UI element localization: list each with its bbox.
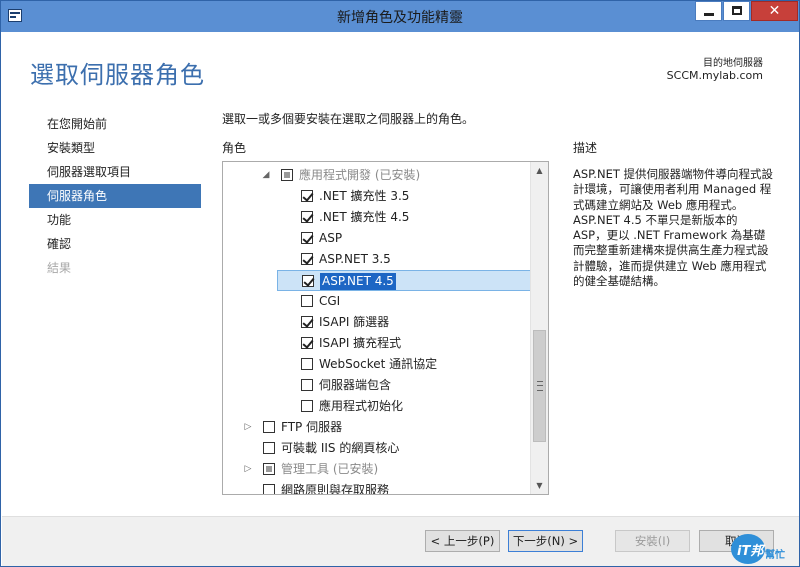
role-row[interactable]: ISAPI 擴充程式 [223,333,531,354]
role-checkbox[interactable] [263,484,275,494]
role-row[interactable]: CGI [223,291,531,312]
role-label: 應用程式開發 (已安裝) [299,168,421,182]
role-row[interactable]: 可裝載 IIS 的網頁核心 [223,438,531,459]
nav-item: 結果 [47,261,72,275]
role-row[interactable]: ASP.NET 4.5 [277,270,531,291]
role-checkbox[interactable] [301,358,313,370]
role-checkbox[interactable] [263,421,275,433]
role-row[interactable]: .NET 擴充性 3.5 [223,186,531,207]
destination-server-label: 目的地伺服器 [703,58,763,69]
role-checkbox[interactable] [263,442,275,454]
role-row[interactable]: 應用程式初始化 [223,396,531,417]
role-checkbox[interactable] [301,190,313,202]
role-label: ASP.NET 4.5 [320,273,396,290]
window-title: 新增角色及功能精靈 [337,10,463,26]
back-button[interactable]: < 上一步(P) [425,530,500,552]
role-label: 應用程式初始化 [319,399,404,413]
destination-server-name: SCCM.mylab.com [666,69,763,82]
nav-item[interactable]: 伺服器選取項目 [29,160,201,184]
role-checkbox[interactable] [263,463,275,475]
close-icon: ✕ [768,3,781,19]
role-label: 管理工具 (已安裝) [281,462,379,476]
role-label: ISAPI 篩選器 [319,315,390,329]
roles-header: 角色 [222,141,247,155]
role-row[interactable]: 網路原則與存取服務 [223,480,531,494]
expand-arrow-icon[interactable]: ▷ [243,417,253,438]
watermark-subtext: 幫忙 [765,550,785,561]
expand-arrow-icon[interactable]: ▷ [243,459,253,480]
maximize-button[interactable] [723,1,750,21]
roles-tree-list: ◢ 應用程式開發 (已安裝) .NET 擴充性 3.5 .NET 擴充性 4.5 ASP… [223,162,531,494]
minimize-icon [704,13,714,16]
role-row[interactable]: ISAPI 篩選器 [223,312,531,333]
minimize-button[interactable] [695,1,722,21]
grip-icon [537,381,543,391]
role-label: FTP 伺服器 [281,420,343,434]
watermark-logo: iT邦 幫忙 [731,532,799,566]
instruction-text: 選取一或多個要安裝在選取之伺服器上的角色。 [222,112,475,126]
wizard-footer: < 上一步(P) 下一步(N) > 安裝(I) 取消 [2,516,799,566]
nav-item[interactable]: 安裝類型 [29,136,201,160]
roles-scrollbar[interactable]: ▲ ▼ [530,162,548,494]
nav-item[interactable]: 功能 [29,208,201,232]
role-label: ASP [319,231,343,245]
role-checkbox[interactable] [281,169,293,181]
roles-tree[interactable]: ◢ 應用程式開發 (已安裝) .NET 擴充性 3.5 .NET 擴充性 4.5 ASP… [222,161,549,495]
role-checkbox[interactable] [301,232,313,244]
role-row[interactable]: WebSocket 通訊協定 [223,354,531,375]
role-label: .NET 擴充性 4.5 [319,210,410,224]
scroll-up-icon[interactable]: ▲ [531,162,548,179]
role-row[interactable]: .NET 擴充性 4.5 [223,207,531,228]
role-label: 可裝載 IIS 的網頁核心 [281,441,400,455]
role-row[interactable]: ▷ 管理工具 (已安裝) [223,459,531,480]
collapse-arrow-icon[interactable]: ◢ [261,165,271,186]
wizard-window: 新增角色及功能精靈 ✕ 選取伺服器角色 目的地伺服器 SCCM.mylab.co… [0,0,800,567]
role-row[interactable]: ASP [223,228,531,249]
maximize-icon [732,6,742,15]
role-label: 伺服器端包含 [319,378,392,392]
scroll-down-icon[interactable]: ▼ [531,477,548,494]
role-checkbox[interactable] [301,337,313,349]
role-checkbox[interactable] [301,295,313,307]
role-label: ISAPI 擴充程式 [319,336,402,350]
role-label: 網路原則與存取服務 [281,483,390,494]
role-checkbox[interactable] [301,211,313,223]
page-title: 選取伺服器角色 [30,61,205,89]
role-label: WebSocket 通訊協定 [319,357,438,371]
scroll-thumb[interactable] [533,330,546,442]
install-button[interactable]: 安裝(I) [615,530,690,552]
wizard-header: 選取伺服器角色 目的地伺服器 SCCM.mylab.com [2,33,798,103]
title-bar[interactable]: 新增角色及功能精靈 ✕ [1,1,799,32]
role-label: ASP.NET 3.5 [319,252,391,266]
role-description: ASP.NET 提供伺服器端物件導向程式設計環境，可讓使用者利用 Managed… [573,167,774,289]
wizard-nav: 在您開始前 安裝類型 伺服器選取項目 伺服器角色 功能 確認結果 [29,112,201,280]
role-row[interactable]: 伺服器端包含 [223,375,531,396]
role-checkbox[interactable] [301,379,313,391]
role-row[interactable]: ◢ 應用程式開發 (已安裝) [223,165,531,186]
nav-item[interactable]: 伺服器角色 [29,184,201,208]
role-row[interactable]: ASP.NET 3.5 [223,249,531,270]
watermark-text: iT邦 [737,544,764,559]
nav-item[interactable]: 確認 [29,232,201,256]
role-row[interactable]: ▷ FTP 伺服器 [223,417,531,438]
role-checkbox[interactable] [301,316,313,328]
role-label: .NET 擴充性 3.5 [319,189,410,203]
next-button[interactable]: 下一步(N) > [508,530,583,552]
nav-item[interactable]: 在您開始前 [29,112,201,136]
description-header: 描述 [573,141,598,155]
role-checkbox[interactable] [302,275,314,287]
close-button[interactable]: ✕ [751,1,798,21]
role-checkbox[interactable] [301,253,313,265]
role-label: CGI [319,294,341,308]
role-checkbox[interactable] [301,400,313,412]
